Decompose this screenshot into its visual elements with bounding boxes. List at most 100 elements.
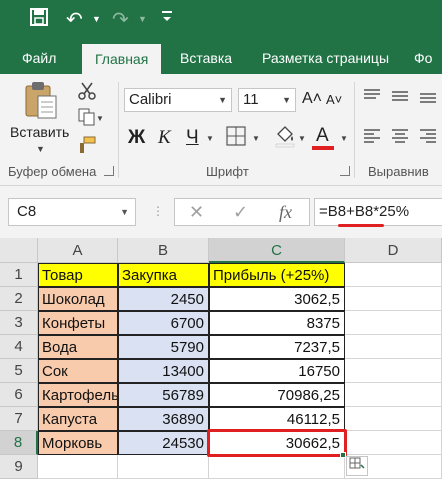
font-color-dropdown-icon[interactable]: ▼ (340, 134, 348, 143)
cell-d4[interactable] (345, 335, 442, 359)
underline-button[interactable]: Ч (186, 126, 199, 150)
align-left-icon[interactable] (362, 128, 382, 149)
italic-button[interactable]: К (158, 126, 171, 150)
cell-d2[interactable] (345, 287, 442, 311)
cell-b7[interactable]: 36890 (118, 407, 209, 431)
column-header-b[interactable]: B (118, 238, 209, 263)
cell-d5[interactable] (345, 359, 442, 383)
row-header[interactable]: 7 (0, 407, 38, 431)
copy-icon[interactable] (78, 108, 96, 131)
cut-icon[interactable] (78, 82, 96, 105)
column-header-c[interactable]: C (209, 238, 345, 263)
formula-input[interactable]: =B8+B8*25% (314, 198, 442, 226)
font-color-button[interactable]: А (316, 124, 329, 148)
tab-file[interactable]: Файл (22, 42, 56, 74)
copy-dropdown-icon[interactable]: ▼ (96, 114, 104, 123)
row-header[interactable]: 1 (0, 263, 38, 287)
paste-dropdown-icon[interactable]: ▼ (36, 144, 45, 154)
quick-analysis-icon[interactable] (346, 456, 368, 476)
undo-icon[interactable]: ↶ (66, 8, 83, 32)
cell-a8[interactable]: Морковь (38, 431, 118, 455)
row-header[interactable]: 4 (0, 335, 38, 359)
cell-c6[interactable]: 70986,25 (209, 383, 345, 407)
font-size-select[interactable]: 11 ▼ (238, 88, 296, 112)
enter-icon[interactable]: ✓ (233, 199, 248, 225)
column-header-d[interactable]: D (345, 238, 442, 263)
cell-b2[interactable]: 2450 (118, 287, 209, 311)
cell-b5[interactable]: 13400 (118, 359, 209, 383)
row-header[interactable]: 6 (0, 383, 38, 407)
cell-a4[interactable]: Вода (38, 335, 118, 359)
grow-font-button[interactable]: A˄ (302, 90, 322, 108)
name-box[interactable]: C8 ▼ (8, 198, 136, 226)
row-header[interactable]: 9 (0, 455, 38, 479)
row-header-selected[interactable]: 8 (0, 431, 38, 455)
font-name-select[interactable]: Calibri ▼ (124, 88, 232, 112)
cell-d3[interactable] (345, 311, 442, 335)
paste-icon[interactable] (22, 80, 58, 125)
redo-icon[interactable]: ↷ (112, 8, 129, 32)
cell-c9[interactable] (209, 455, 345, 479)
cell-c7[interactable]: 46112,5 (209, 407, 345, 431)
row-header[interactable]: 2 (0, 287, 38, 311)
shrink-font-button[interactable]: A˅ (326, 92, 342, 107)
align-center-icon[interactable] (390, 128, 410, 149)
ribbon: Вставить ▼ ▼ Буфер обмена Calibri ▼ 11 ▼… (0, 74, 442, 186)
row-header[interactable]: 3 (0, 311, 38, 335)
cell-a6[interactable]: Картофель (38, 383, 118, 407)
cell-d6[interactable] (345, 383, 442, 407)
cell-b4[interactable]: 5790 (118, 335, 209, 359)
cell-b6[interactable]: 56789 (118, 383, 209, 407)
cell-a7[interactable]: Капуста (38, 407, 118, 431)
tab-page-layout[interactable]: Разметка страницы (262, 42, 389, 74)
format-painter-icon[interactable] (78, 136, 96, 159)
align-top-icon[interactable] (362, 88, 382, 109)
borders-dropdown-icon[interactable]: ▼ (252, 134, 260, 143)
save-icon[interactable] (30, 8, 48, 32)
bold-button[interactable]: Ж (128, 126, 145, 150)
cell-c3[interactable]: 8375 (209, 311, 345, 335)
redo-dropdown-icon[interactable]: ▼ (138, 14, 147, 24)
cell-b9[interactable] (118, 455, 209, 479)
cell-b1[interactable]: Закупка (118, 263, 209, 287)
borders-icon[interactable] (226, 126, 246, 151)
font-launcher-icon[interactable] (340, 166, 350, 176)
paste-button-label[interactable]: Вставить (10, 124, 69, 140)
cell-c2[interactable]: 3062,5 (209, 287, 345, 311)
cell-a5[interactable]: Сок (38, 359, 118, 383)
cell-a2[interactable]: Шоколад (38, 287, 118, 311)
tab-insert[interactable]: Вставка (180, 42, 232, 74)
undo-dropdown-icon[interactable]: ▼ (92, 14, 101, 24)
column-header-a[interactable]: A (38, 238, 118, 263)
align-bottom-icon[interactable] (418, 88, 438, 109)
font-size-dropdown-icon: ▼ (282, 95, 291, 105)
cell-a9[interactable] (38, 455, 118, 479)
formula-bar: C8 ▼ ⋮ ✕ ✓ fx =B8+B8*25% (0, 186, 442, 238)
tab-formulas[interactable]: Фо (414, 42, 432, 74)
fill-color-dropdown-icon[interactable]: ▼ (298, 134, 306, 143)
cell-d1[interactable] (345, 263, 442, 287)
row-header[interactable]: 5 (0, 359, 38, 383)
font-name-value: Calibri (129, 91, 172, 108)
tab-home[interactable]: Главная (82, 44, 162, 74)
underline-dropdown-icon[interactable]: ▼ (206, 134, 214, 143)
insert-function-icon[interactable]: fx (279, 199, 292, 225)
name-box-dropdown-icon: ▼ (120, 207, 129, 217)
cell-c1[interactable]: Прибыль (+25%) (209, 263, 345, 287)
customize-icon[interactable] (160, 6, 174, 34)
cell-c4[interactable]: 7237,5 (209, 335, 345, 359)
cell-d8[interactable] (345, 431, 442, 455)
cell-c5[interactable]: 16750 (209, 359, 345, 383)
cell-a1[interactable]: Товар (38, 263, 118, 287)
cancel-icon[interactable]: ✕ (189, 199, 204, 225)
cell-a3[interactable]: Конфеты (38, 311, 118, 335)
align-right-icon[interactable] (418, 128, 438, 149)
clipboard-launcher-icon[interactable] (104, 166, 114, 176)
cell-b8[interactable]: 24530 (118, 431, 209, 455)
cell-d7[interactable] (345, 407, 442, 431)
formula-bar-grip-icon[interactable]: ⋮ (152, 204, 164, 218)
fill-color-icon[interactable] (274, 124, 296, 153)
align-middle-icon[interactable] (390, 88, 410, 109)
select-all-corner[interactable] (0, 238, 38, 263)
cell-b3[interactable]: 6700 (118, 311, 209, 335)
